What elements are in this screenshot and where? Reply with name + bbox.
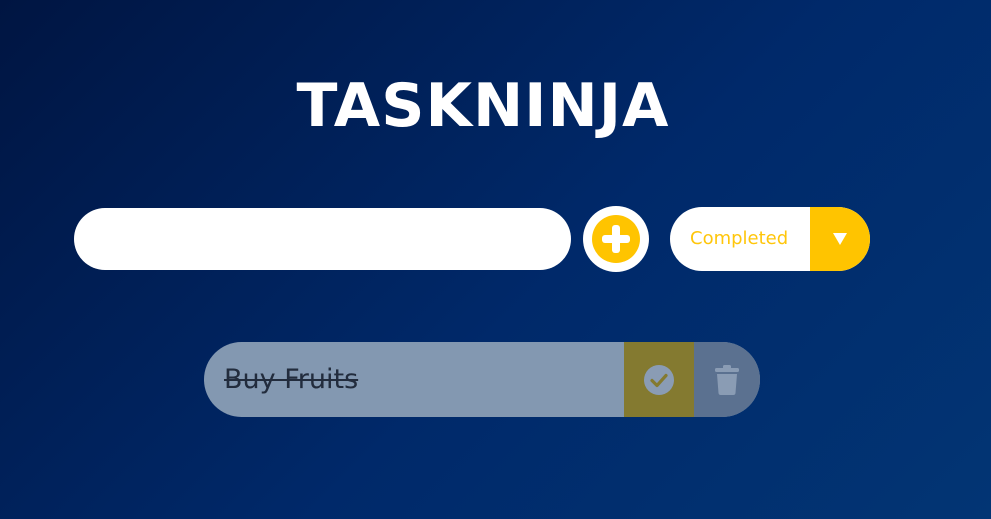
filter-selected-label: Completed <box>690 228 789 249</box>
filter-select[interactable]: Completed <box>670 207 870 271</box>
check-circle-icon <box>644 364 674 395</box>
app-title: TASKNINJA <box>296 71 670 142</box>
filter-dropdown-button[interactable] <box>810 207 870 271</box>
trash-button[interactable] <box>694 342 760 417</box>
plus-circle-icon <box>592 215 640 263</box>
task-input[interactable] <box>74 208 571 270</box>
trash-icon <box>715 364 739 395</box>
add-task-button[interactable] <box>583 206 649 272</box>
todo-text: Buy Fruits <box>224 364 359 395</box>
todo-item: Buy Fruits <box>204 342 760 417</box>
complete-button[interactable] <box>624 342 694 417</box>
triangle-down-icon <box>833 233 847 245</box>
